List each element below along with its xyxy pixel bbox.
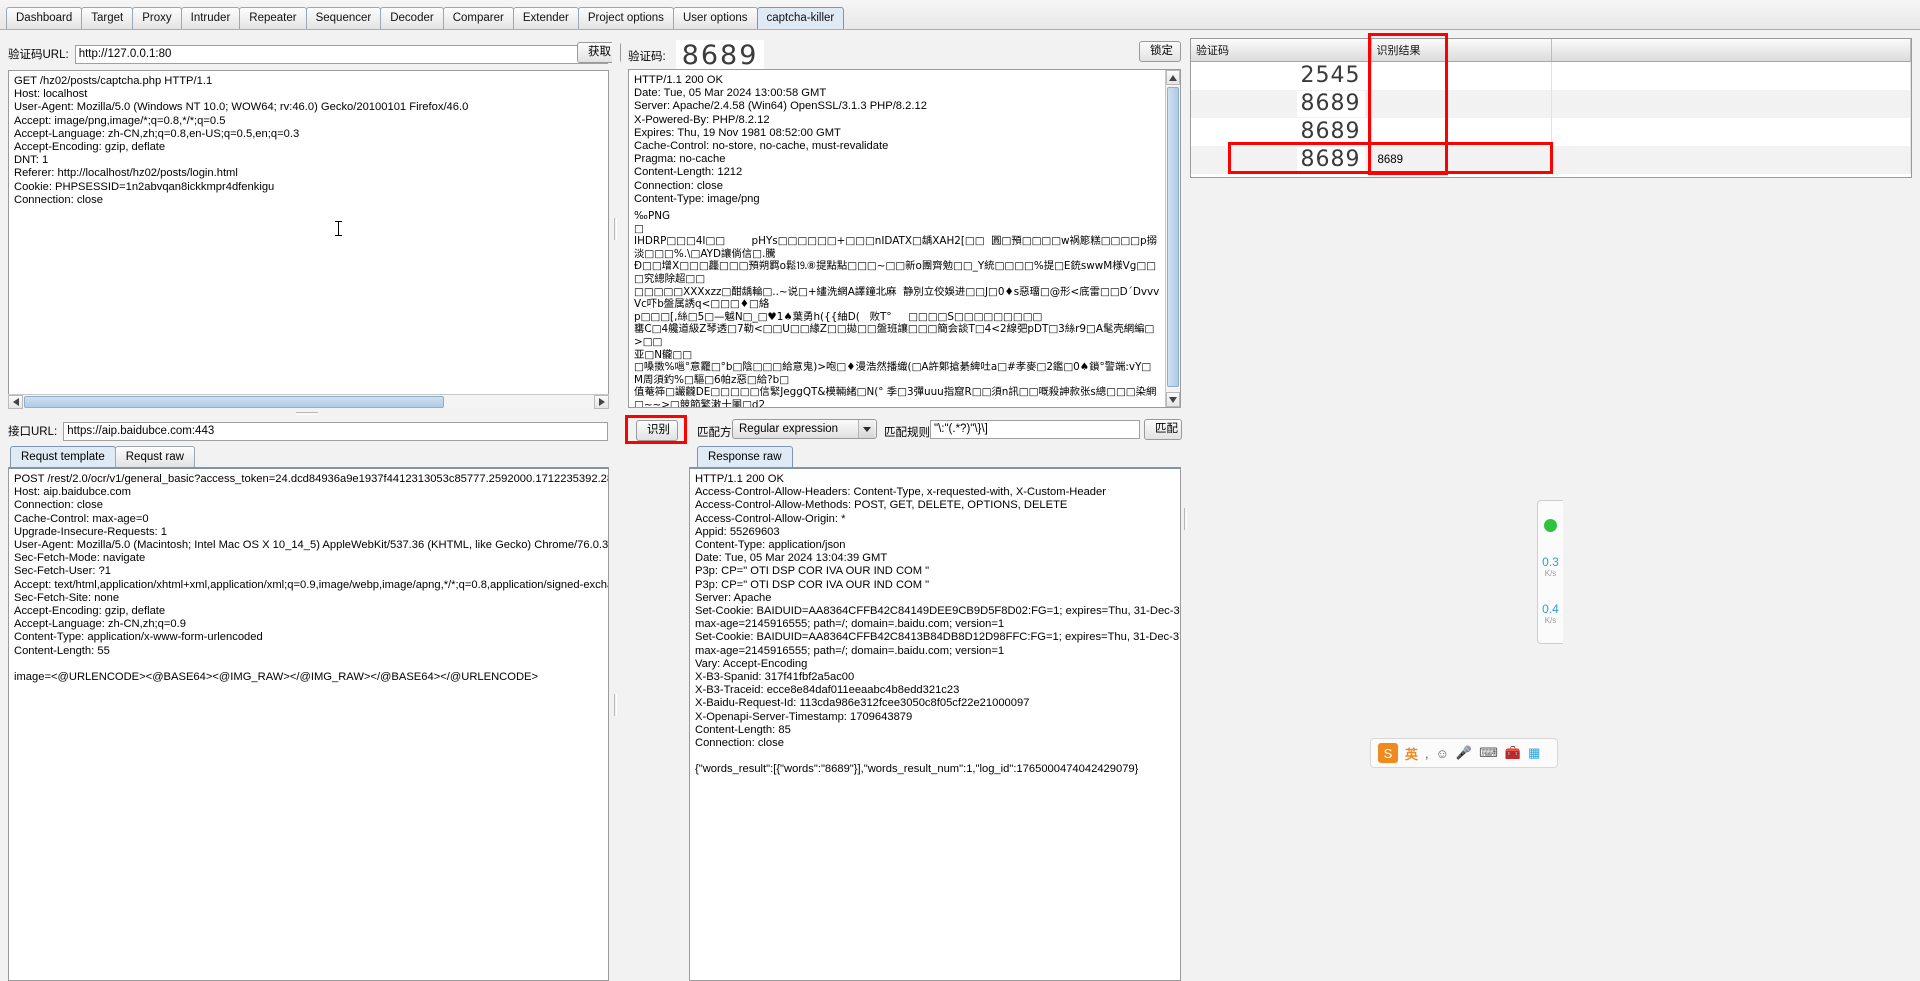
- tab-requst-raw[interactable]: Requst raw: [114, 446, 195, 467]
- captcha-url-row: 验证码URL: http://127.0.0.1:80: [8, 43, 608, 65]
- table-row[interactable]: 8689: [1191, 117, 1911, 146]
- captcha-image: 8689: [675, 40, 765, 72]
- upload-speed-unit: K/s: [1544, 615, 1557, 625]
- captcha-request-text[interactable]: GET /hz02/posts/captcha.php HTTP/1.1 Hos…: [9, 71, 608, 211]
- captcha-request-panel: GET /hz02/posts/captcha.php HTTP/1.1 Hos…: [8, 70, 609, 408]
- lower-right-tab-bar[interactable]: Response raw: [697, 446, 793, 467]
- ime-mode-label[interactable]: 英: [1405, 744, 1418, 763]
- right-vertical-splitter[interactable]: [1182, 38, 1190, 981]
- lower-left-tab-bar[interactable]: Requst template Requst raw: [10, 446, 195, 467]
- captcha-response-headers[interactable]: HTTP/1.1 200 OK Date: Tue, 05 Mar 2024 1…: [629, 70, 1165, 210]
- cell-result: 8689: [1371, 145, 1552, 174]
- lower-vertical-splitter[interactable]: [612, 444, 620, 981]
- vscroll-thumb[interactable]: [1167, 87, 1179, 387]
- captcha-response-binary[interactable]: ‰PNG □ IHDRP□□□4I□□ pHYs□□□□□□+□□□nIDATX…: [629, 210, 1165, 407]
- cell-extra: [1551, 89, 1911, 118]
- match-button[interactable]: 匹配: [1144, 419, 1182, 440]
- main-tab-bar[interactable]: Dashboard Target Proxy Intruder Repeater…: [0, 0, 1920, 30]
- api-url-label: 接口URL:: [8, 426, 58, 438]
- cell-captcha: 8689: [1191, 145, 1372, 174]
- tab-captcha-killer[interactable]: captcha-killer: [756, 7, 845, 29]
- ime-toolbar[interactable]: S 英 , ☺ 🎤 ⌨ 🧰 ▦: [1370, 738, 1558, 768]
- results-table[interactable]: 验证码 识别结果 2545 8689 8689 8689 8689: [1191, 39, 1911, 174]
- table-row-selected[interactable]: 8689 8689: [1191, 145, 1911, 174]
- mic-icon[interactable]: 🎤: [1456, 745, 1472, 761]
- tab-user-options[interactable]: User options: [672, 7, 758, 29]
- cell-result: [1371, 61, 1552, 90]
- cell-captcha: 8689: [1191, 117, 1372, 146]
- table-row[interactable]: 8689: [1191, 89, 1911, 118]
- download-speed: 0.3: [1542, 555, 1559, 570]
- column-captcha[interactable]: 验证码: [1191, 39, 1372, 62]
- tab-repeater[interactable]: Repeater: [239, 7, 307, 29]
- tab-extender[interactable]: Extender: [512, 7, 579, 29]
- network-speed-widget[interactable]: 0.3 K/s 0.4 K/s: [1537, 500, 1563, 644]
- upper-vertical-splitter[interactable]: [612, 38, 620, 410]
- apps-icon[interactable]: ▦: [1528, 745, 1540, 761]
- hscroll-right-arrow[interactable]: [594, 395, 609, 409]
- request-template-panel: POST /rest/2.0/ocr/v1/general_basic?acce…: [8, 467, 609, 981]
- api-url-input[interactable]: https://aip.baidubce.com:443: [63, 421, 608, 441]
- match-method-select[interactable]: Regular expression: [732, 419, 877, 439]
- tab-target[interactable]: Target: [81, 7, 134, 29]
- vscroll-down-arrow[interactable]: [1166, 392, 1180, 407]
- captcha-request-hscrollbar[interactable]: [8, 394, 609, 409]
- tab-requst-template[interactable]: Requst template: [10, 446, 116, 467]
- vscroll-up-arrow[interactable]: [1166, 70, 1180, 85]
- captcha-response-panel: HTTP/1.1 200 OK Date: Tue, 05 Mar 2024 1…: [628, 69, 1181, 408]
- download-speed-unit: K/s: [1544, 569, 1557, 579]
- keyboard-icon[interactable]: ⌨: [1479, 745, 1498, 761]
- tab-intruder[interactable]: Intruder: [180, 7, 241, 29]
- tab-sequencer[interactable]: Sequencer: [305, 7, 382, 29]
- request-template-text[interactable]: POST /rest/2.0/ocr/v1/general_basic?acce…: [9, 469, 608, 688]
- tab-response-raw[interactable]: Response raw: [697, 446, 793, 467]
- hscroll-left-arrow[interactable]: [8, 395, 23, 409]
- lock-captcha-button[interactable]: 锁定: [1139, 41, 1181, 62]
- burp-suite-window: Dashboard Target Proxy Intruder Repeater…: [0, 0, 1920, 981]
- cell-result: [1371, 117, 1552, 146]
- column-extra[interactable]: [1551, 39, 1911, 62]
- captcha-url-input[interactable]: http://127.0.0.1:80: [74, 44, 608, 64]
- text-cursor-icon: [335, 221, 342, 236]
- api-url-row: 接口URL: https://aip.baidubce.com:443: [8, 420, 608, 442]
- hscroll-thumb[interactable]: [24, 396, 444, 408]
- response-raw-panel: HTTP/1.1 200 OK Access-Control-Allow-Hea…: [689, 467, 1181, 981]
- toolbox-icon[interactable]: 🧰: [1505, 745, 1521, 761]
- table-row[interactable]: 2545: [1191, 61, 1911, 90]
- results-panel: 验证码 识别结果 2545 8689 8689 8689 8689: [1190, 38, 1912, 178]
- match-rule-input[interactable]: "\:"(.*?)"\}\]: [930, 420, 1140, 439]
- recognize-button[interactable]: 识别: [636, 420, 678, 441]
- column-result[interactable]: 识别结果: [1371, 39, 1552, 62]
- tab-decoder[interactable]: Decoder: [380, 7, 444, 29]
- tab-project-options[interactable]: Project options: [577, 7, 674, 29]
- captcha-url-label: 验证码URL:: [8, 49, 69, 61]
- captcha-preview-row: 验证码: 8689: [628, 40, 765, 72]
- captcha-preview-label: 验证码:: [628, 51, 666, 63]
- cell-result: [1371, 89, 1552, 118]
- response-raw-text[interactable]: HTTP/1.1 200 OK Access-Control-Allow-Hea…: [690, 469, 1180, 781]
- lower-gap-filler: [620, 467, 680, 981]
- cell-extra: [1551, 117, 1911, 146]
- upload-speed: 0.4: [1542, 601, 1559, 616]
- results-table-header: 验证码 识别结果: [1191, 39, 1911, 62]
- cell-extra: [1551, 145, 1911, 174]
- cell-captcha: 8689: [1191, 89, 1372, 118]
- match-rule-label: 匹配规则:: [884, 427, 934, 439]
- match-method-value: Regular expression: [739, 423, 839, 435]
- cell-extra: [1551, 61, 1911, 90]
- status-indicator-icon: [1544, 519, 1557, 533]
- chevron-down-icon[interactable]: [858, 420, 874, 438]
- smiley-icon[interactable]: ☺: [1436, 746, 1449, 761]
- comma-icon[interactable]: ,: [1425, 746, 1429, 761]
- left-horizontal-splitter[interactable]: [6, 410, 611, 418]
- sogou-logo-icon[interactable]: S: [1378, 743, 1398, 763]
- tab-dashboard[interactable]: Dashboard: [6, 7, 83, 29]
- captcha-response-vscrollbar[interactable]: [1165, 70, 1180, 407]
- tab-proxy[interactable]: Proxy: [132, 7, 182, 29]
- tab-comparer[interactable]: Comparer: [442, 7, 514, 29]
- cell-captcha: 2545: [1191, 61, 1372, 90]
